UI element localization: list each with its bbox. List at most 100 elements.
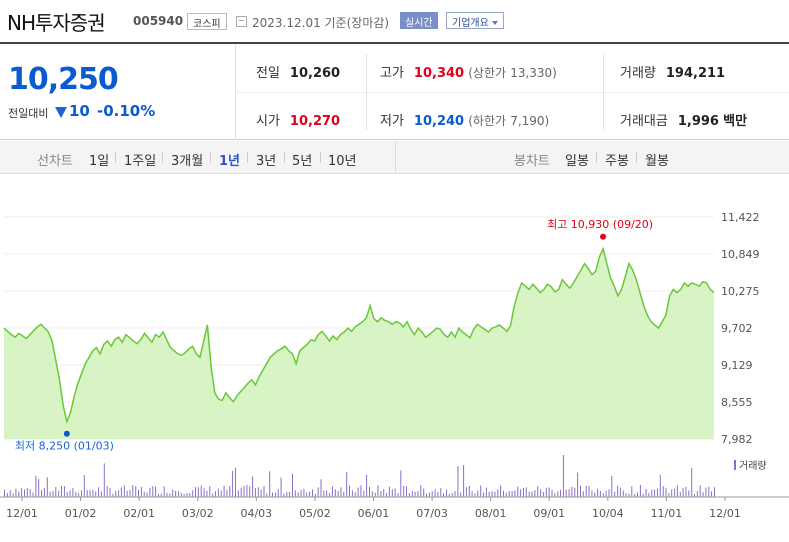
volume-bar bbox=[651, 489, 653, 497]
volume-bar bbox=[537, 486, 539, 497]
separator bbox=[284, 152, 285, 163]
volume-bar bbox=[494, 491, 496, 497]
volume-bar bbox=[212, 493, 214, 497]
volume-bar bbox=[374, 492, 376, 497]
volume-bar bbox=[43, 488, 45, 497]
x-tick-label: 01/02 bbox=[65, 507, 97, 520]
volume-bar bbox=[708, 486, 710, 497]
volume-bar bbox=[682, 487, 684, 497]
price-area-fill bbox=[4, 248, 714, 439]
candle-chart-label: 봉차트 bbox=[514, 154, 550, 169]
volume-bar bbox=[115, 490, 117, 497]
stock-code: 005940 bbox=[133, 14, 184, 28]
period-1d[interactable]: 1일 bbox=[89, 150, 109, 169]
volume-bar bbox=[317, 487, 319, 497]
volume-bar bbox=[66, 491, 68, 497]
volume-bar bbox=[166, 492, 168, 497]
volume-bar bbox=[674, 488, 676, 497]
low-cell: 저가 10,240 (하한가 7,190) bbox=[380, 110, 549, 129]
x-tick-label: 12/01 bbox=[709, 507, 741, 520]
volume-bar bbox=[619, 487, 621, 497]
separator bbox=[596, 152, 597, 163]
candle-daily[interactable]: 일봉 bbox=[565, 150, 589, 169]
header: NH투자증권 005940 코스피 2023.12.01 기준(장마감) 실시간… bbox=[0, 0, 789, 42]
volume-bar bbox=[269, 471, 271, 497]
volume-bar bbox=[542, 492, 544, 497]
volume-bar bbox=[580, 485, 581, 497]
amount-unit: 백만 bbox=[723, 114, 748, 129]
volume-bar bbox=[443, 493, 445, 497]
volume-bar bbox=[172, 489, 174, 497]
volume-label: 거래량 bbox=[620, 66, 656, 81]
candle-monthly[interactable]: 월봉 bbox=[645, 150, 669, 169]
candle-weekly[interactable]: 주봉 bbox=[605, 150, 629, 169]
volume-bar bbox=[397, 493, 399, 497]
company-overview-label: 기업개요 bbox=[452, 18, 489, 29]
volume-bar bbox=[380, 491, 382, 497]
divider bbox=[395, 141, 396, 174]
volume-bar bbox=[505, 492, 507, 497]
volume-bar bbox=[6, 493, 8, 497]
volume-bar bbox=[9, 490, 11, 497]
volume-bar bbox=[671, 489, 673, 497]
period-3m[interactable]: 3개월 bbox=[171, 150, 203, 169]
volume-bar bbox=[477, 490, 479, 497]
volume-bar bbox=[520, 489, 522, 497]
realtime-button[interactable]: 실시간 bbox=[400, 12, 438, 29]
volume-bar bbox=[26, 488, 28, 497]
period-3y[interactable]: 3년 bbox=[256, 150, 276, 169]
period-5y[interactable]: 5년 bbox=[292, 150, 312, 169]
volume-bar bbox=[625, 493, 627, 497]
low-label: 저가 bbox=[380, 114, 404, 129]
volume-bar bbox=[668, 492, 670, 497]
volume-bar bbox=[180, 492, 182, 497]
volume-bar bbox=[32, 492, 34, 497]
lower-limit-value: 7,190) bbox=[510, 114, 550, 128]
volume-bar bbox=[100, 491, 102, 497]
y-tick-label: 7,982 bbox=[721, 433, 753, 446]
volume-bar bbox=[597, 488, 599, 497]
period-1w[interactable]: 1주일 bbox=[124, 150, 156, 169]
volume-bar bbox=[200, 485, 202, 497]
volume-bar bbox=[528, 491, 530, 497]
volume-bar bbox=[423, 488, 425, 497]
chevron-down-icon bbox=[491, 21, 498, 25]
price-chart-area: 11,422 10,849 10,275 9,702 9,129 8,555 7,982 최… bbox=[0, 175, 789, 538]
volume-bar bbox=[431, 491, 433, 497]
volume-bar bbox=[437, 492, 439, 497]
separator bbox=[636, 152, 637, 163]
x-tick-label: 03/02 bbox=[182, 507, 214, 520]
volume-bar bbox=[346, 471, 348, 497]
period-10y[interactable]: 10년 bbox=[328, 150, 357, 169]
volume-bar bbox=[386, 492, 388, 497]
x-tick-label: 08/01 bbox=[475, 507, 507, 520]
volume-bar bbox=[685, 486, 687, 497]
prev-close-value: 10,260 bbox=[289, 66, 341, 81]
volume-bar bbox=[357, 487, 359, 497]
prev-close-label: 전일 bbox=[256, 66, 280, 81]
volume-bar bbox=[149, 487, 151, 497]
volume-bar bbox=[81, 490, 82, 497]
volume-bar bbox=[240, 487, 242, 497]
volume-bar bbox=[565, 489, 567, 497]
volume-bar bbox=[309, 491, 311, 497]
y-tick-label: 10,275 bbox=[721, 285, 760, 298]
period-1y[interactable]: 1년 bbox=[219, 150, 240, 169]
volume-bar bbox=[408, 493, 410, 497]
volume-bar bbox=[98, 487, 100, 497]
volume-bars bbox=[4, 455, 715, 497]
volume-bar bbox=[292, 473, 293, 497]
volume-bar bbox=[602, 493, 604, 497]
volume-bar bbox=[337, 490, 339, 497]
volume-bar bbox=[525, 487, 527, 497]
volume-bar bbox=[323, 490, 325, 497]
volume-bar bbox=[192, 490, 194, 497]
upper-limit-label: (상한가 bbox=[468, 66, 507, 80]
volume-bar bbox=[215, 491, 216, 497]
company-overview-button[interactable]: 기업개요 bbox=[446, 12, 504, 29]
volume-bar bbox=[511, 491, 513, 497]
separator bbox=[162, 152, 163, 163]
volume-bar bbox=[300, 490, 302, 497]
volume-bar bbox=[243, 485, 245, 497]
volume-bar bbox=[434, 489, 436, 497]
